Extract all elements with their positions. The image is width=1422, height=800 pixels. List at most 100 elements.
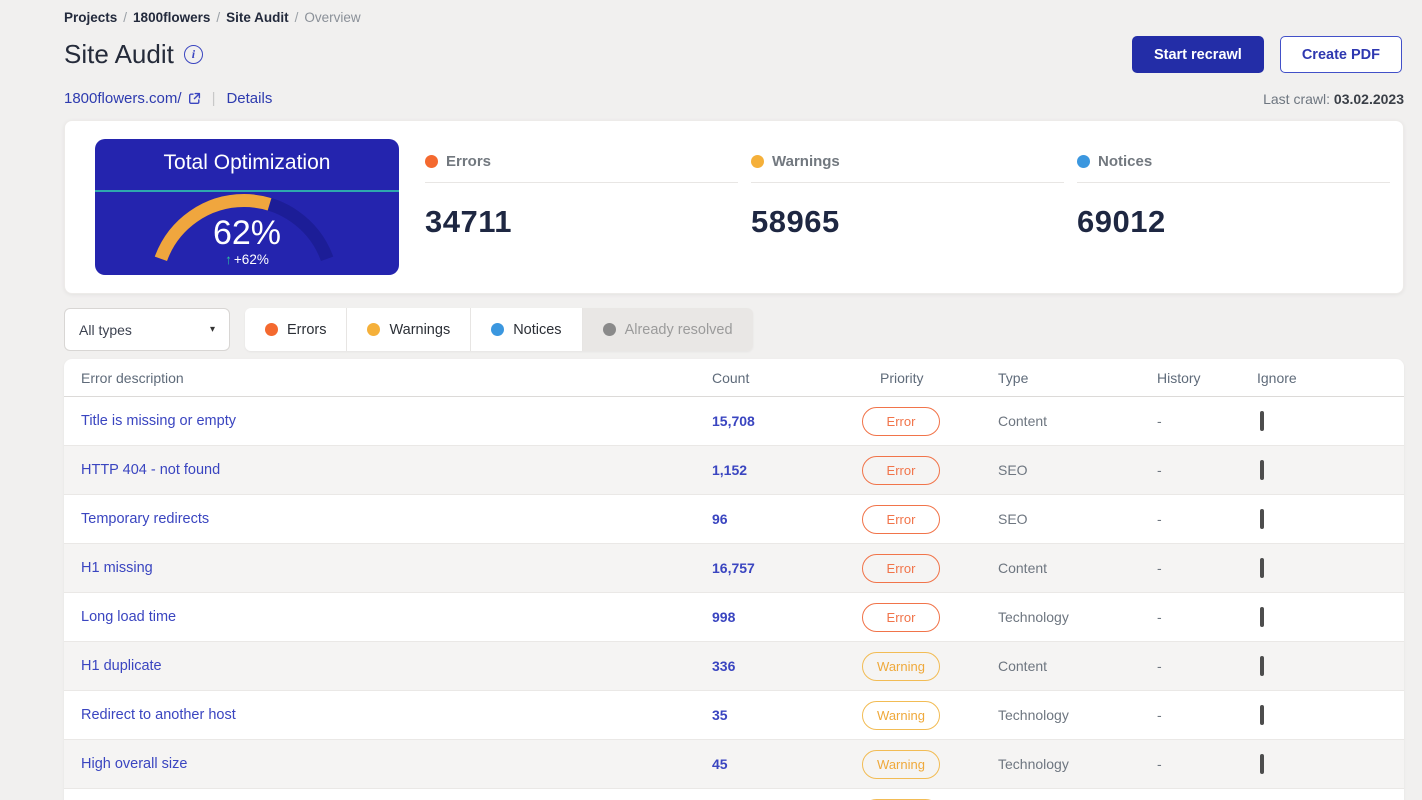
priority-badge: Error [862, 602, 940, 632]
tab-label: Already resolved [624, 321, 733, 338]
table-row: Temporary redirects 96 Error SEO - [64, 495, 1404, 544]
priority-cell: Warning [862, 749, 992, 779]
page-title: Site Audit [64, 39, 174, 69]
table-header: Error description Count Priority Type Hi… [64, 359, 1404, 397]
count-value[interactable]: 15,708 [712, 413, 862, 429]
ignore-checkbox[interactable] [1260, 558, 1264, 578]
ignore-cell [1257, 656, 1387, 676]
type-value: Content [998, 560, 1048, 576]
breadcrumb-item[interactable]: 1800flowers [133, 10, 210, 25]
status-dot-icon [1077, 155, 1090, 168]
stat-head: Notices [1077, 153, 1390, 170]
count-value[interactable]: 1,152 [712, 462, 862, 478]
ignore-checkbox[interactable] [1260, 460, 1264, 480]
stat-head: Warnings [751, 153, 1064, 170]
stat-block: Errors 34711 [425, 121, 751, 293]
error-description-link[interactable]: Title is missing or empty [81, 413, 712, 429]
count-value[interactable]: 16,757 [712, 560, 862, 576]
priority-badge: Error [862, 455, 940, 485]
history-value: - [1157, 511, 1162, 527]
status-dot-icon [751, 155, 764, 168]
external-link-icon[interactable] [188, 92, 201, 105]
severity-tab[interactable]: Warnings [347, 308, 472, 351]
priority-badge: Error [862, 504, 940, 534]
col-ignore: Ignore [1257, 369, 1297, 386]
severity-tab[interactable]: Notices [471, 308, 583, 351]
error-description-link[interactable]: H1 duplicate [81, 658, 712, 674]
col-priority: Priority [880, 369, 924, 386]
severity-tab-group: Errors Warnings Notices Already resolved [245, 308, 753, 351]
breadcrumb-separator: / [123, 10, 128, 25]
error-description-link[interactable]: HTTP 404 - not found [81, 462, 712, 478]
tab-label: Notices [513, 321, 562, 338]
ignore-checkbox[interactable] [1260, 754, 1264, 774]
type-filter-select[interactable]: All types ▾ [64, 308, 230, 351]
ignore-cell [1257, 607, 1387, 627]
ignore-checkbox[interactable] [1260, 509, 1264, 529]
details-link[interactable]: Details [226, 90, 272, 107]
ignore-checkbox[interactable] [1260, 607, 1264, 627]
type-value: Technology [998, 609, 1069, 625]
gauge-delta: ↑ +62% [95, 252, 399, 267]
count-value[interactable]: 96 [712, 511, 862, 527]
priority-badge: Warning [862, 749, 940, 779]
stat-label: Warnings [772, 153, 840, 170]
ignore-checkbox[interactable] [1260, 411, 1264, 431]
type-value: Technology [998, 707, 1069, 723]
error-description-link[interactable]: High overall size [81, 756, 712, 772]
col-error-description: Error description [81, 369, 184, 386]
history-value: - [1157, 462, 1162, 478]
status-dot-icon [602, 323, 616, 336]
sub-header-row: 1800flowers.com/ | Details Last crawl: 0… [64, 90, 1404, 107]
breadcrumb-item[interactable]: Projects [64, 10, 117, 25]
stat-label: Errors [446, 153, 492, 170]
start-recrawl-button[interactable]: Start recrawl [1131, 36, 1264, 73]
count-value[interactable]: 336 [712, 658, 862, 674]
status-dot-icon [265, 323, 278, 336]
stat-value: 34711 [425, 204, 512, 239]
last-crawl: Last crawl: 03.02.2023 [1263, 91, 1404, 107]
error-description-link[interactable]: Redirect to another host [81, 707, 712, 723]
table-row: Long load time 998 Error Technology - [64, 593, 1404, 642]
table-row: H1 missing 16,757 Error Content - [64, 544, 1404, 593]
table-row: H1 duplicate 336 Warning Content - [64, 642, 1404, 691]
priority-badge: Warning [862, 651, 940, 681]
info-icon[interactable]: i [183, 45, 203, 64]
priority-badge: Warning [862, 700, 940, 730]
table-row: High overall size 45 Warning Technology … [64, 740, 1404, 789]
error-description-link[interactable]: Long load time [81, 609, 712, 625]
tab-label: Errors [287, 321, 327, 338]
ignore-checkbox[interactable] [1260, 656, 1264, 676]
breadcrumb-separator: / [294, 10, 299, 25]
error-description-link[interactable]: H1 missing [81, 560, 712, 576]
ignore-cell [1257, 558, 1387, 578]
table-body: Title is missing or empty 15,708 Error C… [64, 397, 1404, 800]
priority-cell: Error [862, 455, 992, 485]
priority-cell: Error [862, 553, 992, 583]
count-value[interactable]: 35 [712, 707, 862, 723]
count-value[interactable]: 998 [712, 609, 862, 625]
ignore-checkbox[interactable] [1260, 705, 1264, 725]
history-value: - [1157, 560, 1162, 576]
status-dot-icon [367, 323, 381, 336]
history-value: - [1157, 413, 1162, 429]
breadcrumb-item[interactable]: Site Audit [226, 10, 289, 25]
error-description-link[interactable]: Temporary redirects [81, 511, 712, 527]
type-value: Content [998, 413, 1048, 429]
col-count: Count [712, 369, 750, 386]
history-value: - [1157, 609, 1162, 625]
history-value: - [1157, 658, 1162, 674]
domain-link[interactable]: 1800flowers.com/ [64, 90, 182, 107]
stat-block: Notices 69012 [1077, 121, 1403, 293]
type-filter-value: All types [79, 321, 132, 338]
severity-tab[interactable]: Errors [245, 308, 348, 351]
ignore-cell [1257, 411, 1387, 431]
breadcrumb: Projects / 1800flowers / Site Audit / Overview [64, 0, 1404, 25]
create-pdf-button[interactable]: Create PDF [1279, 36, 1402, 73]
ignore-cell [1257, 509, 1387, 529]
count-value[interactable]: 45 [712, 756, 862, 772]
col-type: Type [998, 369, 1029, 386]
site-audit-page: Projects / 1800flowers / Site Audit / Overview… [64, 0, 1404, 800]
ignore-cell [1257, 460, 1387, 480]
priority-badge: Error [862, 553, 940, 583]
